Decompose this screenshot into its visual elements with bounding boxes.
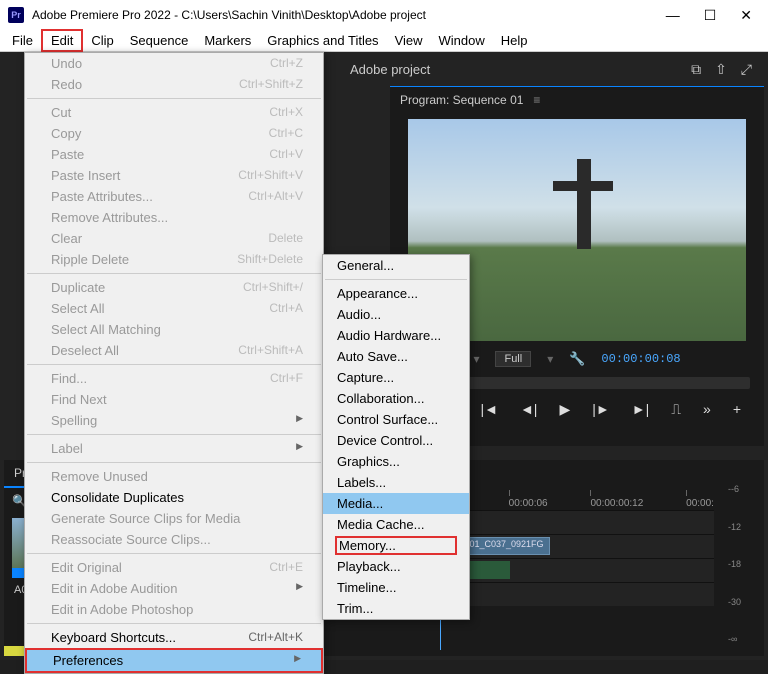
settings-icon[interactable]: 🔧	[569, 351, 585, 367]
pref-auto-save-[interactable]: Auto Save...	[323, 346, 469, 367]
more-icon[interactable]: »	[703, 401, 711, 418]
menuitem-edit-in-adobe-audition: Edit in Adobe Audition▶	[25, 578, 323, 599]
menuitem-clear: ClearDelete	[25, 228, 323, 249]
menubar: FileEditClipSequenceMarkersGraphics and …	[0, 30, 768, 52]
menu-edit[interactable]: Edit	[41, 29, 83, 52]
menuitem-edit-original: Edit OriginalCtrl+E	[25, 557, 323, 578]
minimize-button[interactable]: —	[666, 7, 680, 24]
pref-capture-[interactable]: Capture...	[323, 367, 469, 388]
menuitem-copy: CopyCtrl+C	[25, 123, 323, 144]
menuitem-find-next: Find Next	[25, 389, 323, 410]
new-window-icon[interactable]: ⧉	[691, 61, 701, 78]
pref-graphics-[interactable]: Graphics...	[323, 451, 469, 472]
close-button[interactable]: ✕	[740, 7, 752, 24]
pref-media-cache-[interactable]: Media Cache...	[323, 514, 469, 535]
pref-device-control-[interactable]: Device Control...	[323, 430, 469, 451]
menuitem-select-all: Select AllCtrl+A	[25, 298, 323, 319]
go-end-icon[interactable]: ►|	[632, 401, 650, 418]
menuitem-label: Label▶	[25, 438, 323, 459]
menu-window[interactable]: Window	[431, 31, 493, 50]
menuitem-reassociate-source-clips-: Reassociate Source Clips...	[25, 529, 323, 550]
menuitem-keyboard-shortcuts-[interactable]: Keyboard Shortcuts...Ctrl+Alt+K	[25, 627, 323, 648]
pref-labels-[interactable]: Labels...	[323, 472, 469, 493]
share-icon[interactable]: ⇧	[715, 61, 727, 78]
pref-media-[interactable]: Media...	[323, 493, 469, 514]
menuitem-deselect-all: Deselect AllCtrl+Shift+A	[25, 340, 323, 361]
menu-markers[interactable]: Markers	[196, 31, 259, 50]
menuitem-redo: RedoCtrl+Shift+Z	[25, 74, 323, 95]
menuitem-generate-source-clips-for-media: Generate Source Clips for Media	[25, 508, 323, 529]
lift-icon[interactable]: ⎍	[671, 401, 681, 418]
menuitem-remove-unused: Remove Unused	[25, 466, 323, 487]
workspace-tab[interactable]: Adobe project	[350, 62, 430, 77]
window-title: Adobe Premiere Pro 2022 - C:\Users\Sachi…	[32, 8, 666, 22]
menuitem-cut: CutCtrl+X	[25, 102, 323, 123]
menu-file[interactable]: File	[4, 31, 41, 50]
timecode-right: 00:00:00:08	[601, 352, 680, 366]
panel-menu-icon[interactable]: ≡	[533, 93, 540, 107]
menuitem-preferences[interactable]: Preferences▶	[25, 648, 323, 673]
edit-menu: UndoCtrl+ZRedoCtrl+Shift+Z CutCtrl+XCopyC…	[24, 52, 324, 674]
pref-control-surface-[interactable]: Control Surface...	[323, 409, 469, 430]
resolution-select[interactable]: Full	[495, 351, 531, 367]
expand-icon[interactable]: ⤢	[741, 61, 752, 78]
go-start-icon[interactable]: |◄	[480, 401, 498, 418]
pref-appearance-[interactable]: Appearance...	[323, 283, 469, 304]
play-icon[interactable]: ▶	[559, 401, 570, 418]
menuitem-paste: PasteCtrl+V	[25, 144, 323, 165]
audio-meters: --6-12-18-30-∞	[726, 480, 758, 648]
maximize-button[interactable]: ☐	[704, 7, 717, 24]
pref-trim-[interactable]: Trim...	[323, 598, 469, 619]
menu-clip[interactable]: Clip	[83, 31, 121, 50]
menu-sequence[interactable]: Sequence	[122, 31, 197, 50]
menuitem-duplicate: DuplicateCtrl+Shift+/	[25, 277, 323, 298]
menuitem-find-: Find...Ctrl+F	[25, 368, 323, 389]
step-fwd-icon[interactable]: |►	[592, 401, 610, 418]
titlebar: Pr Adobe Premiere Pro 2022 - C:\Users\Sa…	[0, 0, 768, 30]
app-icon: Pr	[8, 7, 24, 23]
pref-audio-[interactable]: Audio...	[323, 304, 469, 325]
program-title: Program: Sequence 01	[400, 93, 523, 107]
add-icon[interactable]: +	[733, 401, 741, 418]
menuitem-paste-attributes-: Paste Attributes...Ctrl+Alt+V	[25, 186, 323, 207]
pref-general-[interactable]: General...	[323, 255, 469, 276]
menuitem-spelling: Spelling▶	[25, 410, 323, 431]
menuitem-remove-attributes-: Remove Attributes...	[25, 207, 323, 228]
menu-help[interactable]: Help	[493, 31, 536, 50]
pref-playback-[interactable]: Playback...	[323, 556, 469, 577]
menu-graphics-and-titles[interactable]: Graphics and Titles	[259, 31, 386, 50]
menuitem-consolidate-duplicates[interactable]: Consolidate Duplicates	[25, 487, 323, 508]
pref-timeline-[interactable]: Timeline...	[323, 577, 469, 598]
menuitem-select-all-matching: Select All Matching	[25, 319, 323, 340]
pref-memory-[interactable]: Memory...	[323, 535, 469, 556]
menuitem-edit-in-adobe-photoshop: Edit in Adobe Photoshop	[25, 599, 323, 620]
menuitem-undo: UndoCtrl+Z	[25, 53, 323, 74]
pref-collaboration-[interactable]: Collaboration...	[323, 388, 469, 409]
step-back-icon[interactable]: ◄|	[520, 401, 538, 418]
pref-audio-hardware-[interactable]: Audio Hardware...	[323, 325, 469, 346]
menuitem-paste-insert: Paste InsertCtrl+Shift+V	[25, 165, 323, 186]
menuitem-ripple-delete: Ripple DeleteShift+Delete	[25, 249, 323, 270]
menu-view[interactable]: View	[387, 31, 431, 50]
time-ruler[interactable]: :00:0000:00:0600:00:00:1200:00:	[438, 490, 714, 508]
preferences-submenu: General... Appearance...Audio...Audio Har…	[322, 254, 470, 620]
